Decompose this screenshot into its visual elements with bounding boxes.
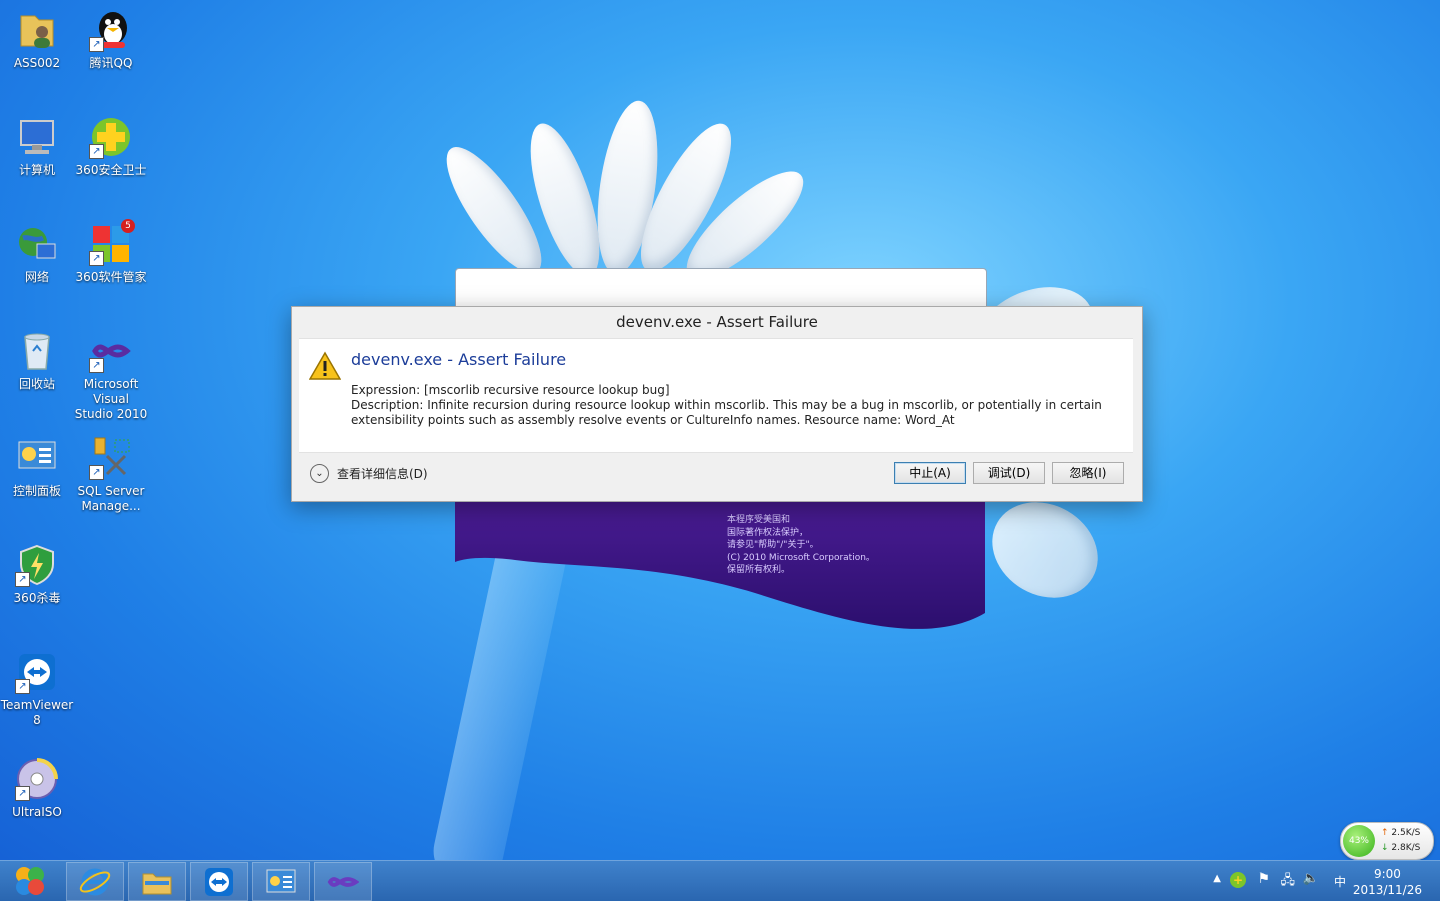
clock-time: 9:00 bbox=[1373, 867, 1401, 881]
vs-splash-background bbox=[455, 498, 985, 638]
file-explorer-icon bbox=[142, 873, 172, 894]
upload-speed-value: 2.5K/S bbox=[1391, 828, 1421, 838]
desktop-icon-label: 回收站 bbox=[18, 377, 55, 391]
desktop-icon-label: 腾讯QQ bbox=[89, 56, 133, 70]
network-speed-widget[interactable]: 43% ↑ 2.5K/S ↓ 2.8K/S bbox=[1340, 822, 1434, 860]
desktop-icon-label: TeamViewer 8 bbox=[0, 698, 74, 727]
show-hidden-icons-icon[interactable]: ▲ bbox=[1213, 873, 1221, 884]
warning-icon bbox=[308, 351, 342, 381]
sql-server-icon: ↗ bbox=[89, 436, 133, 480]
assert-failure-dialog: devenv.exe - Assert Failure devenv.exe -… bbox=[291, 306, 1143, 502]
control-panel-icon bbox=[266, 869, 296, 892]
taskbar-file-explorer[interactable] bbox=[128, 862, 186, 901]
360-tray-icon[interactable]: + bbox=[1230, 872, 1246, 888]
taskbar-control-panel[interactable] bbox=[252, 862, 310, 901]
desktop-icon-label: 360杀毒 bbox=[13, 591, 61, 605]
desktop-icon-ultraiso[interactable]: ↗ UltraISO bbox=[0, 757, 74, 820]
teamviewer-icon bbox=[205, 867, 233, 896]
ultraiso-icon: ↗ bbox=[15, 757, 59, 801]
dialog-expression: Expression: [mscorlib recursive resource… bbox=[351, 383, 670, 397]
volume-icon[interactable]: 🔈 bbox=[1303, 871, 1319, 886]
desktop-icon-label: ASS002 bbox=[13, 56, 61, 70]
ime-indicator[interactable]: 中 bbox=[1334, 873, 1346, 890]
clock-date: 2013/11/26 bbox=[1352, 883, 1422, 897]
360-antivirus-icon: ↗ bbox=[15, 543, 59, 587]
taskbar-teamviewer[interactable] bbox=[190, 862, 248, 901]
shortcut-arrow-icon: ↗ bbox=[89, 465, 104, 480]
desktop-icon-label: 360软件管家 bbox=[75, 270, 147, 284]
internet-explorer-icon bbox=[79, 868, 111, 895]
desktop-icon-label: SQL Server Manage... bbox=[77, 484, 145, 513]
desktop-icon-360software[interactable]: 5 ↗ 360软件管家 bbox=[74, 219, 148, 285]
taskbar-internet-explorer[interactable] bbox=[66, 862, 124, 901]
download-speed-value: 2.8K/S bbox=[1391, 843, 1421, 853]
dialog-description: Description: Infinite recursion during r… bbox=[351, 398, 1102, 427]
desktop-icon-ass002[interactable]: ASS002 bbox=[0, 8, 74, 71]
debug-button[interactable]: 调试(D) bbox=[973, 462, 1045, 484]
desktop-icon-sql-server[interactable]: ↗ SQL Server Manage... bbox=[74, 436, 148, 514]
chevron-down-icon: ⌄ bbox=[310, 464, 329, 483]
flower-petal bbox=[974, 483, 1116, 617]
download-speed: ↓ 2.8K/S bbox=[1381, 843, 1421, 853]
360-software-icon: 5 ↗ bbox=[89, 219, 135, 266]
desktop-icon-visual-studio[interactable]: ↗ Microsoft Visual Studio 2010 bbox=[74, 329, 148, 422]
shortcut-arrow-icon: ↗ bbox=[89, 251, 104, 266]
memory-usage-ball: 43% bbox=[1343, 825, 1375, 857]
show-details-toggle[interactable]: ⌄ 查看详细信息(D) bbox=[310, 464, 428, 483]
vs-splash-legal-text: 本程序受美国和 国际著作权法保护， 请参见"帮助"/"关于"。 (C) 2010… bbox=[727, 515, 875, 575]
desktop-icon-teamviewer[interactable]: ↗ TeamViewer 8 bbox=[0, 650, 74, 728]
desktop-icon-network[interactable]: 网络 bbox=[0, 222, 74, 285]
desktop-icon-computer[interactable]: 计算机 bbox=[0, 115, 74, 178]
start-orb-icon bbox=[16, 866, 44, 895]
desktop-icon-label: 360安全卫士 bbox=[75, 163, 147, 177]
desktop-icon-recycle-bin[interactable]: 回收站 bbox=[0, 329, 74, 392]
upload-speed: ↑ 2.5K/S bbox=[1381, 828, 1421, 838]
abort-button[interactable]: 中止(A) bbox=[894, 462, 966, 484]
start-button[interactable] bbox=[4, 862, 56, 899]
desktop-icon-control-panel[interactable]: 控制面板 bbox=[0, 436, 74, 499]
shortcut-arrow-icon: ↗ bbox=[89, 358, 104, 373]
action-center-flag-icon[interactable]: ⚑ bbox=[1257, 871, 1270, 887]
visual-studio-icon: ↗ bbox=[89, 329, 133, 373]
clock[interactable]: 9:00 2013/11/26 bbox=[1353, 866, 1422, 898]
360-safe-icon: ↗ bbox=[89, 115, 133, 159]
teamviewer-icon: ↗ bbox=[15, 650, 59, 694]
qq-penguin-icon: ↗ bbox=[89, 8, 133, 52]
desktop-icon-label: 网络 bbox=[24, 270, 49, 284]
shortcut-arrow-icon: ↗ bbox=[15, 572, 30, 587]
computer-icon bbox=[15, 115, 59, 159]
shortcut-arrow-icon: ↗ bbox=[15, 679, 30, 694]
desktop-icon-label: 计算机 bbox=[18, 163, 55, 177]
network-icon bbox=[15, 222, 59, 266]
folder-user-icon bbox=[15, 8, 59, 52]
show-details-label: 查看详细信息(D) bbox=[337, 467, 428, 481]
notification-badge: 5 bbox=[121, 219, 135, 233]
dialog-message: Expression: [mscorlib recursive resource… bbox=[351, 383, 1121, 428]
desktop-icon-label: UltraISO bbox=[12, 805, 62, 819]
visual-studio-icon bbox=[327, 876, 359, 887]
desktop-icon-label: Microsoft Visual Studio 2010 bbox=[74, 377, 148, 421]
network-tray-icon[interactable]: 🖧 bbox=[1281, 871, 1296, 893]
vs-splash-window bbox=[455, 268, 987, 310]
taskbar-visual-studio[interactable] bbox=[314, 862, 372, 901]
shortcut-arrow-icon: ↗ bbox=[89, 144, 104, 159]
desktop-icon-label: 控制面板 bbox=[12, 484, 61, 498]
desktop-icon-qq[interactable]: ↗ 腾讯QQ bbox=[74, 8, 148, 71]
shortcut-arrow-icon: ↗ bbox=[15, 786, 30, 801]
control-panel-icon bbox=[15, 436, 59, 480]
shortcut-arrow-icon: ↗ bbox=[89, 37, 104, 52]
ignore-button[interactable]: 忽略(I) bbox=[1052, 462, 1124, 484]
dialog-heading: devenv.exe - Assert Failure bbox=[351, 350, 567, 369]
recycle-bin-icon bbox=[15, 329, 59, 373]
desktop-icon-360safe[interactable]: ↗ 360安全卫士 bbox=[74, 115, 148, 178]
dialog-title: devenv.exe - Assert Failure bbox=[616, 313, 818, 331]
dialog-content: devenv.exe - Assert Failure Expression: … bbox=[299, 338, 1133, 453]
taskbar: ▲ + ⚑ 🖧 🔈 中 9:00 2013/11/26 bbox=[0, 860, 1440, 901]
desktop-icon-360-antivirus[interactable]: ↗ 360杀毒 bbox=[0, 543, 74, 606]
